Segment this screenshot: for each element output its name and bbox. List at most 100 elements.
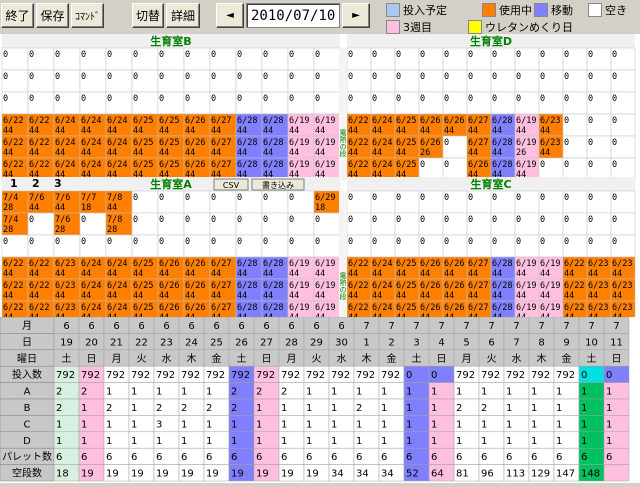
switch-button[interactable]: 切替	[132, 3, 164, 28]
table-cell-text: 1	[156, 387, 162, 398]
table-cell-text: 6	[131, 452, 137, 463]
exit-button[interactable]: 終了	[1, 3, 34, 28]
grid-cell-text: 6/27	[211, 138, 231, 148]
grid-cell-text: 6/22	[29, 281, 49, 291]
grid-cell-text: 0	[492, 237, 497, 247]
grid-cell-text: 0	[372, 94, 377, 104]
table-cell-text: 19	[156, 469, 169, 480]
grid-cell-text: 44	[348, 126, 358, 136]
legend-label: 移動	[551, 4, 573, 17]
room-tab-2[interactable]: 2	[32, 177, 40, 190]
grid-cell-text: 44	[492, 291, 502, 301]
table-cell-text: 1	[406, 436, 412, 447]
grid-cell-text: 0	[492, 215, 497, 225]
grid-cell-text: 0	[372, 237, 377, 247]
grid-cell-text: 44	[107, 203, 117, 213]
legend-item-planned: 投入予定	[386, 2, 447, 18]
grid-cell-text: 6/26	[444, 116, 464, 126]
room-tab-3[interactable]: 3	[54, 177, 62, 190]
table-cell-text: 1	[506, 436, 512, 447]
grid-cell-text: 6/22	[348, 259, 368, 269]
grid-cell-text: 44	[29, 269, 39, 279]
grid-cell-text: 6/24	[81, 160, 101, 170]
room-tab-1[interactable]: 1	[10, 177, 18, 190]
grid-cell-text: 6/26	[444, 281, 464, 291]
grid-cell-text: 44	[348, 269, 358, 279]
grid-cell-text: 6/28	[263, 281, 283, 291]
grid-cell-text: 0	[315, 94, 320, 104]
table-cell-text: 7	[513, 321, 519, 332]
legend-swatch	[386, 20, 400, 34]
table-cell[interactable]	[603, 464, 630, 482]
table-cell-text: 792	[206, 370, 225, 381]
table-cell-text: 1	[181, 387, 187, 398]
next-date-button[interactable]: ►	[342, 3, 370, 28]
grid-cell-text: 7/7	[81, 193, 96, 203]
table-cell-text: 水	[162, 353, 172, 365]
grid-cell-text: 44	[55, 126, 65, 136]
table-cell-text: 1	[256, 436, 262, 447]
grid-cell-text: 44	[211, 291, 221, 301]
grid-cell-text: 0	[81, 215, 86, 225]
table-cell-text: 34	[331, 469, 344, 480]
grid-cell-text: 6/22	[348, 281, 368, 291]
grid-cell-text: 0	[133, 50, 138, 60]
table-cell-text: 148	[581, 469, 600, 480]
table-cell-text: 6	[188, 321, 194, 332]
grid-cell-text: 44	[516, 269, 526, 279]
grid-cell-text: 6/24	[372, 116, 392, 126]
grid-cell-text: 6/22	[29, 160, 49, 170]
grid-cell-text: 0	[237, 215, 242, 225]
grid-cell-text: 0	[444, 215, 449, 225]
grid-cell-text: 0	[588, 116, 593, 126]
grid-cell-text: 7/8	[107, 215, 122, 225]
grid-cell-text: 0	[540, 160, 545, 170]
grid-cell-text: 0	[81, 72, 86, 82]
grid-cell-text: 0	[107, 72, 112, 82]
table-cell-text: 1	[581, 387, 587, 398]
grid-cell-text: 6/24	[372, 281, 392, 291]
grid-cell-text: 44	[81, 126, 91, 136]
grid-cell-text: 0	[159, 193, 164, 203]
grid-cell-text: 0	[211, 237, 216, 247]
legend-item-in-use: 使用中	[482, 2, 532, 18]
grid-cell-text: 0	[263, 72, 268, 82]
date-field[interactable]: 2010/07/10	[246, 3, 340, 28]
grid-cell-text: 28	[3, 225, 13, 235]
table-cell-text: 18	[56, 469, 69, 480]
table-cell-text: 4	[438, 337, 444, 348]
table-cell-text: 792	[231, 370, 250, 381]
prev-date-button[interactable]: ◄	[216, 3, 244, 28]
table-cell-text: 34	[356, 469, 369, 480]
table-cell-text: 1	[256, 403, 262, 414]
table-cell-text: 6	[213, 321, 219, 332]
grid-cell-text: 0	[396, 50, 401, 60]
grid-cell-text: 0	[612, 237, 617, 247]
grid-cell-text: 44	[55, 203, 65, 213]
table-cell-text: 0	[406, 370, 412, 381]
table-cell-text: 1	[81, 419, 87, 430]
grid-cell-text: 44	[237, 291, 247, 301]
grid-cell-text: 6/24	[372, 138, 392, 148]
table-cell-text: 6	[356, 452, 362, 463]
table-cell-text: 7	[438, 321, 444, 332]
command-button[interactable]: ｺﾏﾝﾄﾞ	[71, 3, 104, 28]
legend-label: 空き	[605, 4, 627, 17]
grid-cell-text: 6/24	[81, 259, 101, 269]
grid-cell-text: 44	[29, 126, 39, 136]
grid-cell-text: 0	[612, 116, 617, 126]
table-cell-text: 5	[463, 337, 469, 348]
grid-cell-text: 6/28	[237, 281, 257, 291]
grid-cell-text: 44	[237, 126, 247, 136]
table-cell-text: 2	[231, 387, 237, 398]
grid-cell-text: 0	[564, 160, 569, 170]
table-cell-text: 1	[131, 403, 137, 414]
table-cell-text: 792	[381, 370, 400, 381]
grid-cell-text: 0	[29, 94, 34, 104]
grid-cell-text: 44	[29, 148, 39, 158]
table-cell-text: 1	[506, 419, 512, 430]
grid-cell-text: 6/26	[185, 116, 205, 126]
save-button[interactable]: 保存	[36, 3, 69, 28]
detail-button[interactable]: 詳細	[166, 3, 200, 28]
grid-cell-text: 6/26	[159, 281, 179, 291]
